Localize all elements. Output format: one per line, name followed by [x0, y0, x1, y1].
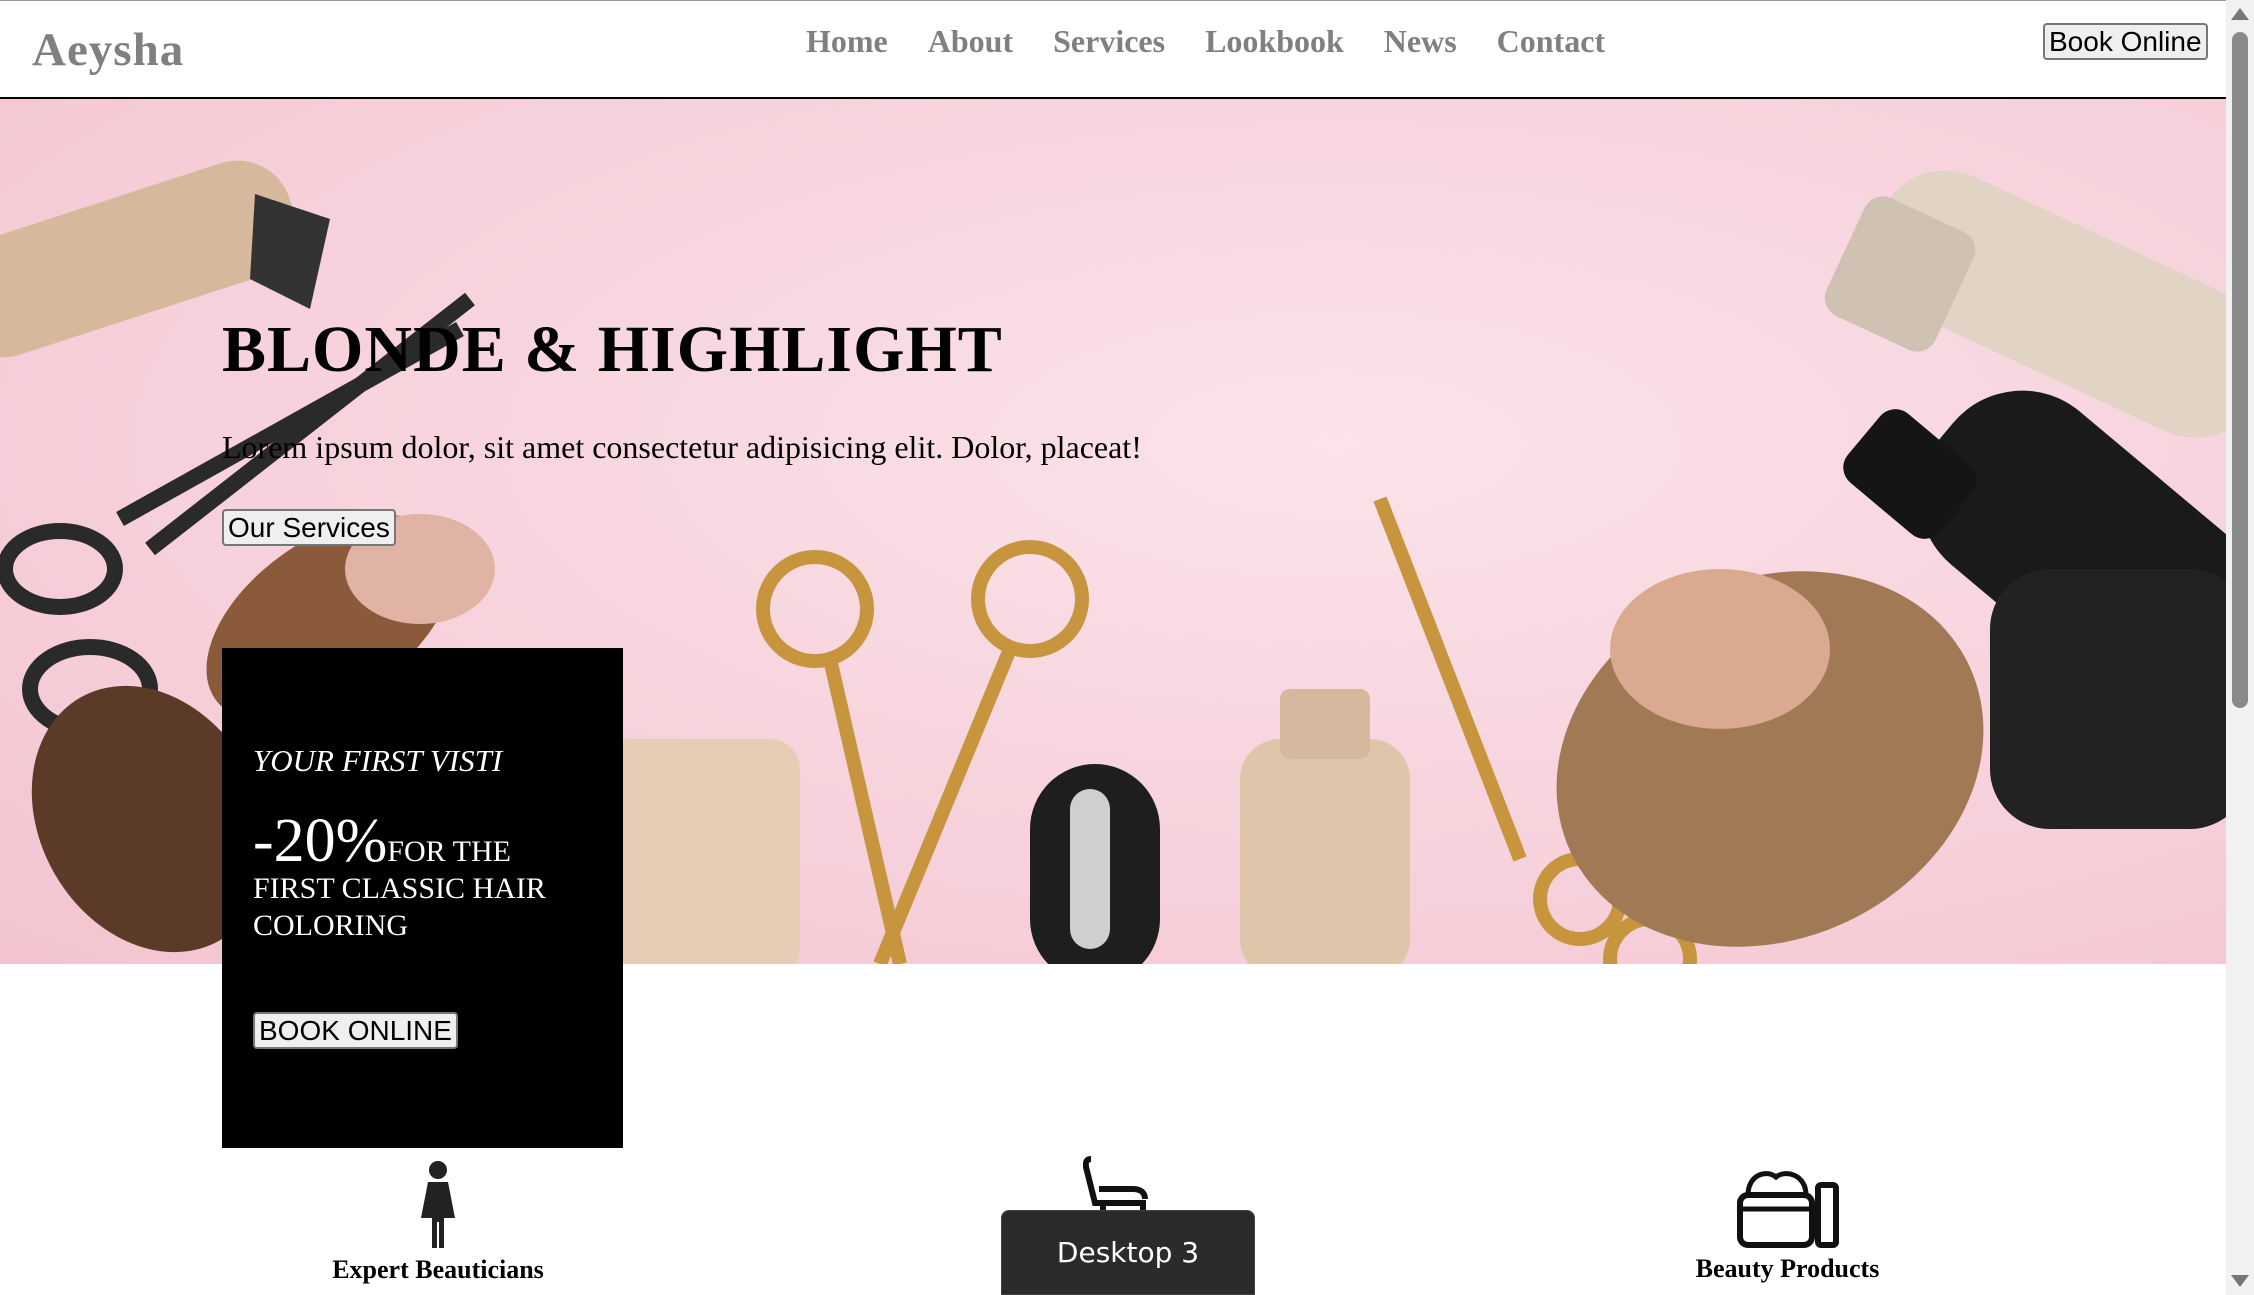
scroll-thumb[interactable] — [2232, 32, 2248, 708]
feature-expert-beauticians: Expert Beauticians — [310, 1160, 566, 1285]
site-header: Aeysha Home About Services Lookbook News… — [0, 0, 2226, 99]
hero-title: BLONDE & HIGHLIGHT — [222, 313, 1003, 386]
scroll-up-icon[interactable] — [2231, 8, 2249, 20]
main-nav: Home About Services Lookbook News Contac… — [806, 23, 1605, 60]
feature-label: Beauty Products — [1695, 1254, 1880, 1283]
nav-about[interactable]: About — [928, 23, 1013, 60]
feature-beauty-products: Beauty Products — [1665, 1165, 1910, 1284]
nav-services[interactable]: Services — [1053, 23, 1165, 60]
promo-discount: -20% — [253, 807, 388, 875]
feature-label: Expert Beauticians — [332, 1255, 544, 1284]
nav-contact[interactable]: Contact — [1497, 23, 1605, 60]
cosmetics-icon — [1736, 1171, 1839, 1248]
hero-subtitle: Lorem ipsum dolor, sit amet consectetur … — [222, 429, 1142, 465]
promo-kicker: YOUR FIRST VISTI — [253, 743, 503, 778]
salon-chair-icon — [1082, 1156, 1148, 1215]
our-services-button[interactable]: Our Services — [222, 509, 396, 547]
woman-icon — [421, 1161, 455, 1248]
nav-lookbook[interactable]: Lookbook — [1205, 23, 1344, 60]
promo-offer: -20%FOR THE FIRST CLASSIC HAIR COLORING — [253, 810, 593, 944]
site-logo[interactable]: Aeysha — [32, 23, 184, 77]
nav-news[interactable]: News — [1384, 23, 1457, 60]
nav-home[interactable]: Home — [806, 23, 888, 60]
scroll-down-icon[interactable] — [2231, 1275, 2249, 1287]
book-online-button[interactable]: Book Online — [2043, 23, 2208, 61]
promo-book-online-button[interactable]: BOOK ONLINE — [253, 1012, 458, 1050]
spray-bottle-shape — [600, 689, 1410, 964]
promo-card: YOUR FIRST VISTI -20%FOR THE FIRST CLASS… — [222, 648, 623, 1148]
desktop-tooltip: Desktop 3 — [1001, 1210, 1255, 1295]
vertical-scrollbar[interactable] — [2226, 0, 2254, 1295]
